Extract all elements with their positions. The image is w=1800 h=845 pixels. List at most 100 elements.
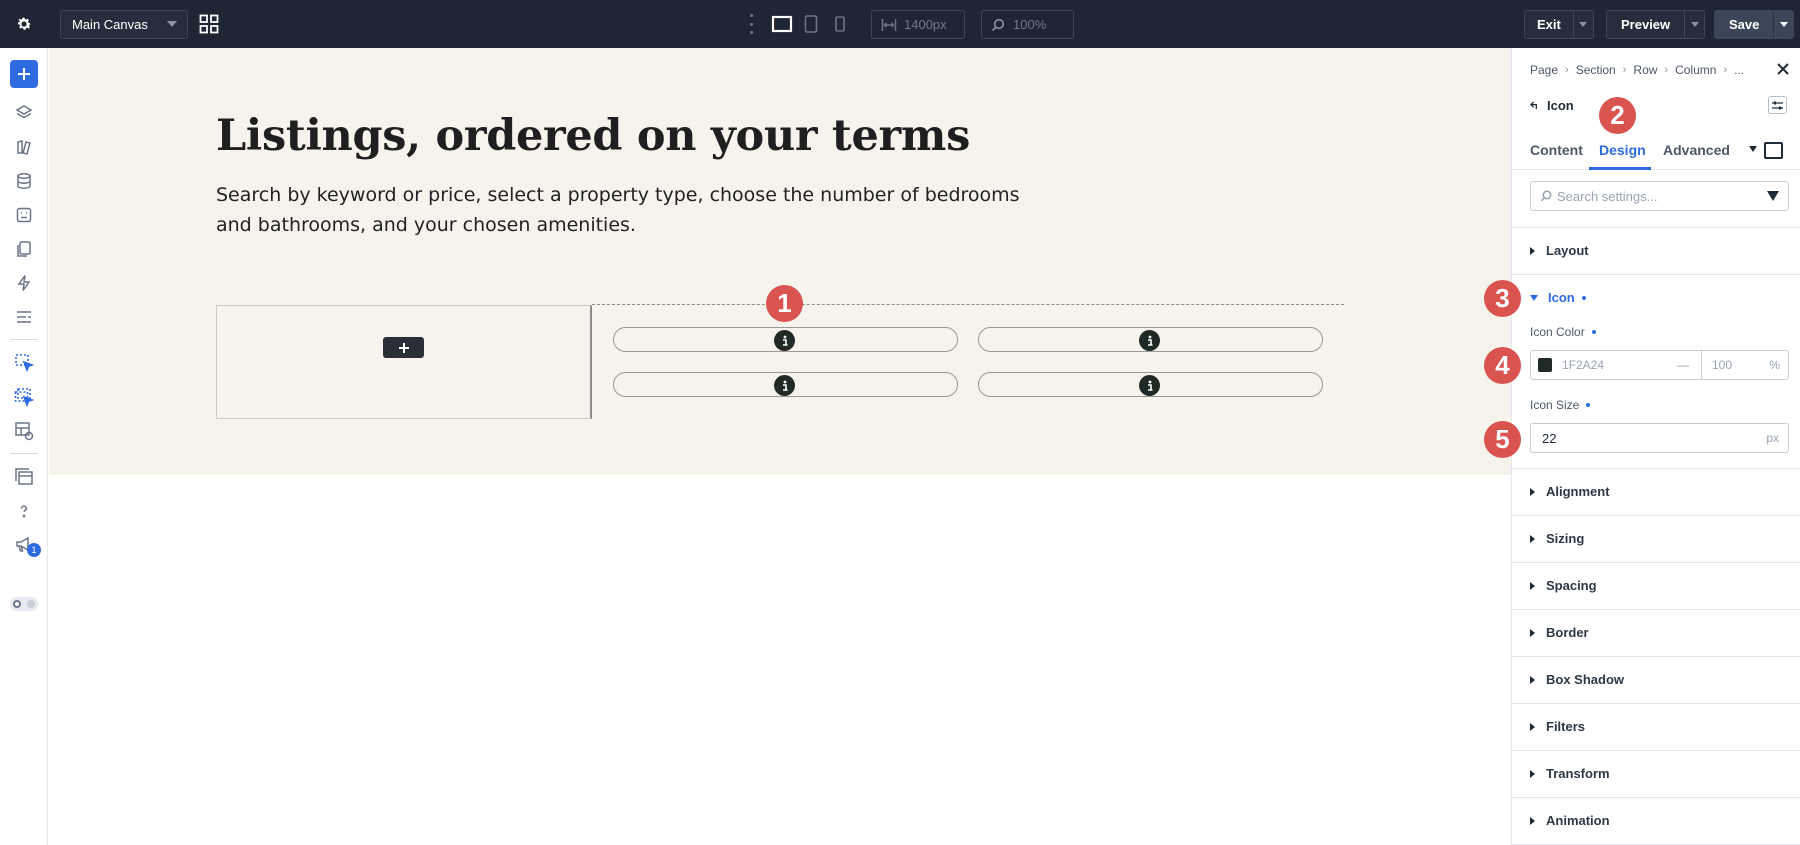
icon-module[interactable] <box>978 372 1323 397</box>
section-animation-label: Animation <box>1546 813 1610 828</box>
help-icon[interactable] <box>12 499 36 523</box>
select-module-icon[interactable] <box>12 351 36 375</box>
gear-icon[interactable] <box>10 10 38 38</box>
database-icon[interactable] <box>12 169 36 193</box>
desktop-icon[interactable] <box>771 14 793 39</box>
icon-size-value: 22 <box>1542 430 1557 446</box>
tab-content[interactable]: Content <box>1530 134 1583 170</box>
save-button[interactable]: Save <box>1714 10 1795 39</box>
settings-search[interactable]: Search settings... <box>1530 181 1789 211</box>
step-marker-3: 3 <box>1484 280 1521 317</box>
chevron-down-icon <box>167 21 177 27</box>
section-box-shadow-label: Box Shadow <box>1546 672 1625 687</box>
section-alignment-label: Alignment <box>1546 484 1610 499</box>
search-placeholder: Search settings... <box>1557 188 1658 204</box>
zoom-value: 100% <box>1013 17 1047 32</box>
section-icon[interactable]: Icon <box>1530 290 1586 305</box>
breadcrumb-row[interactable]: Row <box>1633 63 1657 77</box>
multi-select-icon[interactable] <box>12 385 36 409</box>
lightning-icon[interactable] <box>12 271 36 295</box>
section-animation[interactable]: Animation <box>1530 813 1610 828</box>
left-sidebar: 1 <box>0 48 48 845</box>
exit-dropdown-icon[interactable] <box>1572 11 1593 38</box>
pages-icon[interactable] <box>12 237 36 261</box>
icon-color-field[interactable]: 1F2A24 — 100 % <box>1530 350 1789 380</box>
canvas-width-value: 1400px <box>904 17 947 32</box>
module-options-icon[interactable] <box>1768 96 1787 114</box>
info-icon[interactable] <box>1139 375 1160 396</box>
canvas-width-field[interactable]: 1400px <box>871 10 965 39</box>
info-icon[interactable] <box>1139 330 1160 351</box>
info-icon[interactable] <box>774 330 795 351</box>
section-border[interactable]: Border <box>1530 625 1589 640</box>
exit-label: Exit <box>1537 17 1561 32</box>
step-marker-1: 1 <box>766 285 803 322</box>
section-spacing[interactable]: Spacing <box>1530 578 1597 593</box>
tablet-icon[interactable] <box>803 14 819 39</box>
preview-label: Preview <box>1621 17 1671 32</box>
grid-icon[interactable] <box>199 14 219 34</box>
close-icon[interactable] <box>1776 62 1792 78</box>
add-element-button[interactable] <box>10 60 38 88</box>
preview-button[interactable]: Preview <box>1606 10 1706 39</box>
back-arrow-icon[interactable] <box>1530 101 1539 110</box>
plus-icon <box>18 68 30 80</box>
icon-size-label: Icon Size <box>1530 398 1591 412</box>
icon-size-unit: px <box>1766 431 1779 445</box>
notification-badge: 1 <box>27 543 41 557</box>
mode-toggle[interactable] <box>10 597 38 611</box>
add-module-button[interactable] <box>383 337 424 358</box>
icon-color-hex[interactable]: 1F2A24 <box>1562 358 1677 372</box>
icon-module[interactable] <box>613 327 958 352</box>
tab-design[interactable]: Design <box>1589 134 1651 170</box>
exit-button[interactable]: Exit <box>1524 10 1594 39</box>
icon-module[interactable] <box>613 372 958 397</box>
tab-advanced[interactable]: Advanced <box>1663 134 1733 170</box>
column-outline <box>592 304 1344 305</box>
hero-heading[interactable]: Listings, ordered on your terms <box>216 111 970 161</box>
list-icon[interactable] <box>12 305 36 329</box>
canvas-select[interactable]: Main Canvas <box>60 10 188 39</box>
zoom-field[interactable]: 100% <box>981 10 1074 39</box>
breadcrumb-section[interactable]: Section <box>1576 63 1616 77</box>
library-icon[interactable] <box>12 465 36 489</box>
theme-builder-icon[interactable] <box>12 135 36 159</box>
forms-icon[interactable] <box>12 203 36 227</box>
breadcrumb-page[interactable]: Page <box>1530 63 1558 77</box>
breadcrumb-column[interactable]: Column <box>1675 63 1716 77</box>
icon-color-label: Icon Color <box>1530 325 1596 339</box>
hero-description[interactable]: Search by keyword or price, select a pro… <box>216 180 1046 240</box>
preset-icon[interactable] <box>12 419 36 443</box>
section-layout[interactable]: Layout <box>1530 243 1589 258</box>
width-icon <box>881 18 897 35</box>
section-spacing-label: Spacing <box>1546 578 1597 593</box>
hero-section[interactable]: Listings, ordered on your terms Search b… <box>49 48 1511 475</box>
section-filters[interactable]: Filters <box>1530 719 1585 734</box>
section-alignment[interactable]: Alignment <box>1530 484 1610 499</box>
section-sizing[interactable]: Sizing <box>1530 531 1584 546</box>
section-transform[interactable]: Transform <box>1530 766 1610 781</box>
more-vertical-icon[interactable] <box>748 14 754 34</box>
phone-icon[interactable] <box>833 14 847 39</box>
section-icon-label: Icon <box>1548 290 1575 305</box>
icon-module[interactable] <box>978 327 1323 352</box>
icon-color-opacity[interactable]: 100 % <box>1701 351 1789 379</box>
color-swatch[interactable] <box>1538 358 1552 372</box>
breadcrumb-more[interactable]: ... <box>1734 63 1744 77</box>
info-icon[interactable] <box>774 375 795 396</box>
zoom-icon <box>991 18 1005 35</box>
opacity-unit: % <box>1769 358 1780 372</box>
view-mode-icon[interactable] <box>1764 142 1783 159</box>
section-box-shadow[interactable]: Box Shadow <box>1530 672 1624 687</box>
icon-size-field[interactable]: 22 px <box>1530 423 1789 453</box>
empty-column[interactable] <box>216 305 592 419</box>
chevron-down-icon[interactable] <box>1749 146 1757 152</box>
preview-dropdown-icon[interactable] <box>1684 11 1704 38</box>
color-divider: — <box>1677 358 1689 372</box>
section-transform-label: Transform <box>1546 766 1610 781</box>
save-dropdown-icon[interactable] <box>1773 11 1793 38</box>
save-label: Save <box>1729 17 1760 32</box>
filter-icon[interactable] <box>1767 191 1779 201</box>
section-layout-label: Layout <box>1546 243 1589 258</box>
layers-icon[interactable] <box>12 101 36 125</box>
